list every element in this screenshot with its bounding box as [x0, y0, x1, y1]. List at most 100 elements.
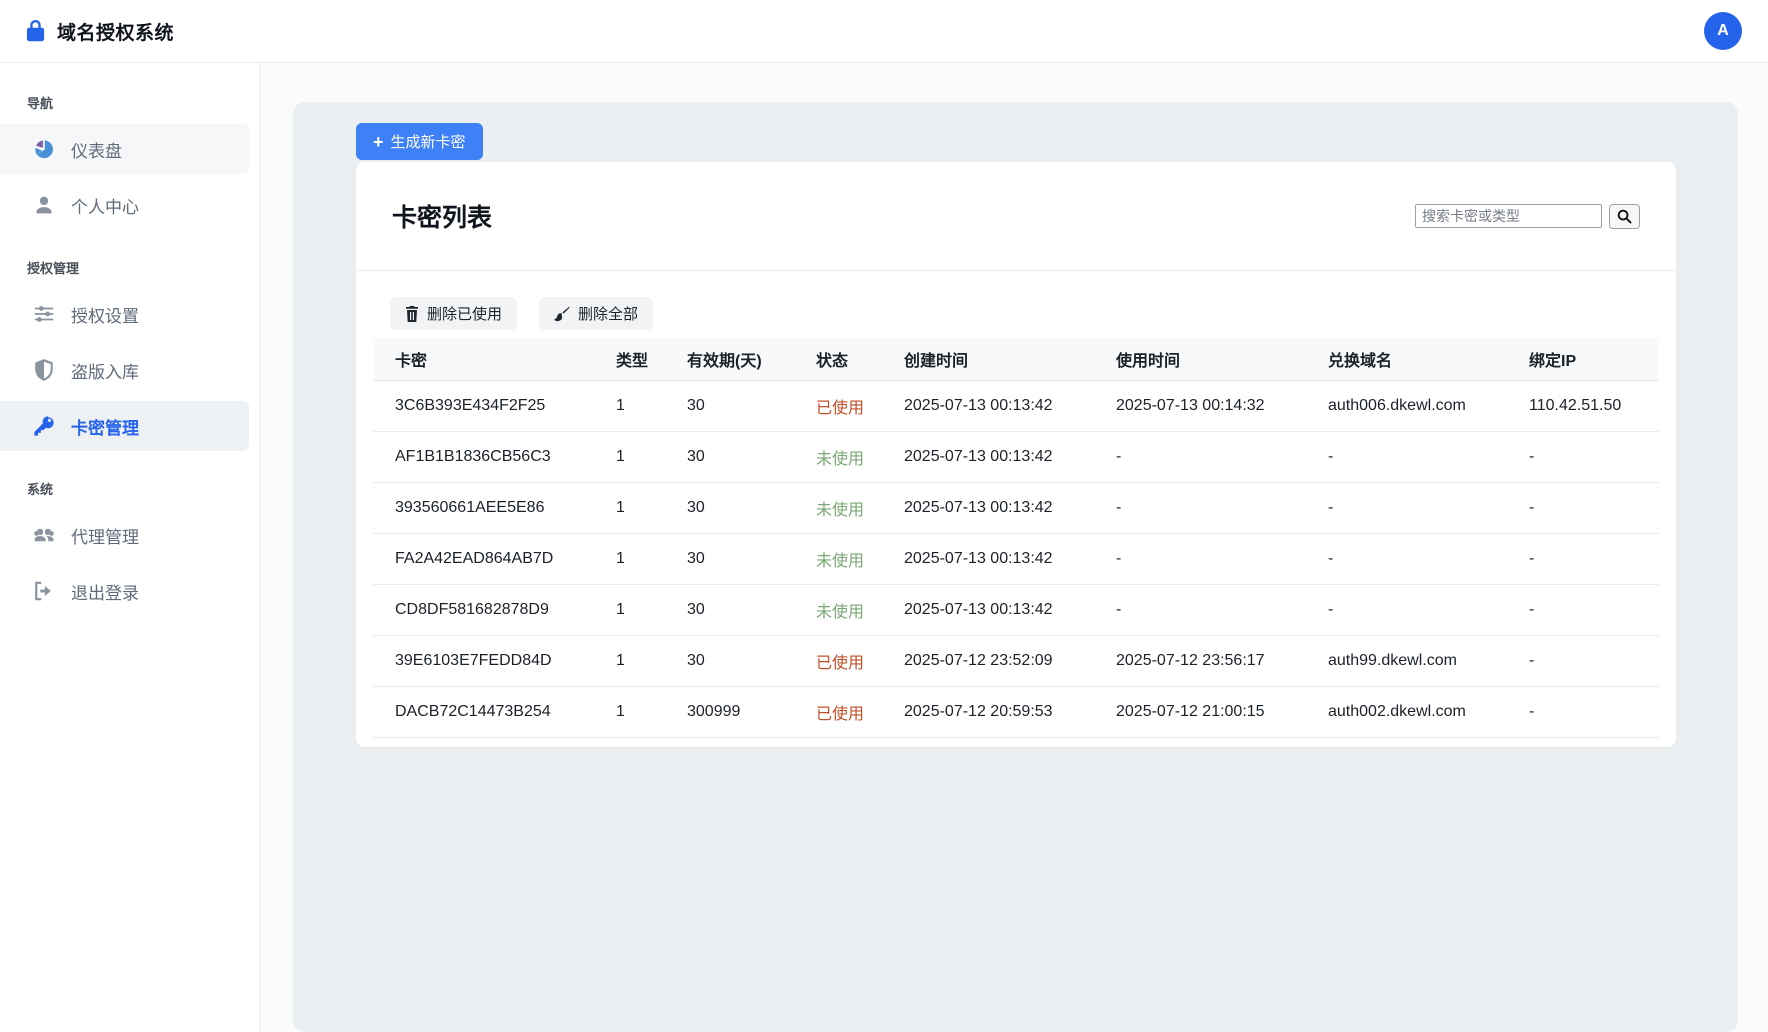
generate-key-button[interactable]: + 生成新卡密 [356, 123, 483, 160]
cell-type: 1 [616, 533, 687, 584]
page-title: 卡密列表 [392, 198, 492, 234]
sidebar-item-dashboard[interactable]: 仪表盘 [0, 124, 249, 174]
cell-domain: auth99.dkewl.com [1328, 635, 1529, 686]
cell-days: 30 [687, 584, 816, 635]
cell-days: 30 [687, 482, 816, 533]
search-button[interactable] [1609, 204, 1640, 229]
sliders-icon [33, 303, 55, 325]
search-group [1415, 204, 1640, 229]
trash-icon [405, 306, 419, 322]
sidebar-item-label: 盗版入库 [71, 358, 139, 383]
table-row: CD8DF581682878D9 1 30 未使用 2025-07-13 00:… [373, 584, 1659, 635]
cell-ip: - [1529, 635, 1659, 686]
cell-type: 1 [616, 431, 687, 482]
main-content: + 生成新卡密 卡密列表 [260, 63, 1768, 1032]
cell-used-at: 2025-07-12 23:56:17 [1116, 635, 1328, 686]
cell-created: 2025-07-13 00:13:42 [904, 584, 1116, 635]
cell-domain: - [1328, 533, 1529, 584]
cell-type: 1 [616, 584, 687, 635]
brush-icon [554, 306, 570, 322]
table-wrap: 卡密 类型 有效期(天) 状态 创建时间 使用时间 兑换域名 绑定IP 3C6B [356, 338, 1676, 747]
table-row: AF1B1B1836CB56C3 1 30 未使用 2025-07-13 00:… [373, 431, 1659, 482]
card-key-table: 卡密 类型 有效期(天) 状态 创建时间 使用时间 兑换域名 绑定IP 3C6B [373, 338, 1659, 738]
col-ip: 绑定IP [1529, 338, 1659, 380]
card-key-list-card: 卡密列表 [356, 162, 1676, 747]
sidebar-section-nav: 导航 [0, 93, 259, 112]
cell-created: 2025-07-12 23:52:09 [904, 635, 1116, 686]
user-icon [33, 194, 55, 216]
cell-days: 30 [687, 533, 816, 584]
cell-domain: - [1328, 482, 1529, 533]
cell-created: 2025-07-13 00:13:42 [904, 431, 1116, 482]
search-icon [1617, 209, 1632, 224]
key-icon [33, 415, 55, 437]
search-input[interactable] [1415, 204, 1602, 228]
cell-key: CD8DF581682878D9 [373, 584, 616, 635]
table-row: FA2A42EAD864AB7D 1 30 未使用 2025-07-13 00:… [373, 533, 1659, 584]
cell-days: 300999 [687, 686, 816, 737]
cell-status: 未使用 [816, 584, 904, 635]
users-icon [33, 524, 55, 546]
app-title: 域名授权系统 [57, 18, 174, 45]
delete-used-button[interactable]: 删除已使用 [390, 297, 517, 330]
sidebar-item-label: 授权设置 [71, 302, 139, 327]
cell-key: 39E6103E7FEDD84D [373, 635, 616, 686]
cell-domain: auth002.dkewl.com [1328, 686, 1529, 737]
cell-key: FA2A42EAD864AB7D [373, 533, 616, 584]
cell-domain: auth006.dkewl.com [1328, 380, 1529, 431]
cell-type: 1 [616, 686, 687, 737]
sidebar-item-label: 退出登录 [71, 579, 139, 604]
cell-status: 未使用 [816, 533, 904, 584]
table-row: DACB72C14473B254 1 300999 已使用 2025-07-12… [373, 686, 1659, 737]
cell-key: 3C6B393E434F2F25 [373, 380, 616, 431]
cell-type: 1 [616, 635, 687, 686]
avatar[interactable]: A [1704, 12, 1742, 50]
cell-status: 未使用 [816, 431, 904, 482]
cell-ip: - [1529, 533, 1659, 584]
cell-created: 2025-07-13 00:13:42 [904, 482, 1116, 533]
cell-ip: - [1529, 482, 1659, 533]
delete-all-button[interactable]: 删除全部 [539, 297, 653, 330]
sidebar-item-label: 个人中心 [71, 193, 139, 218]
cell-ip: - [1529, 686, 1659, 737]
brand: 域名授权系统 [26, 18, 174, 45]
col-created: 创建时间 [904, 338, 1116, 380]
cell-used-at: - [1116, 431, 1328, 482]
toolbar: 删除已使用 删除全部 [356, 297, 1676, 330]
shield-icon [33, 359, 55, 381]
sidebar-item-auth-settings[interactable]: 授权设置 [0, 289, 249, 339]
sidebar-item-logout[interactable]: 退出登录 [0, 566, 249, 616]
sidebar: 导航 仪表盘 个人中心 授权管理 [0, 63, 260, 1032]
cell-created: 2025-07-13 00:13:42 [904, 533, 1116, 584]
sidebar-section-system: 系统 [0, 479, 259, 498]
cell-used-at: - [1116, 533, 1328, 584]
sidebar-item-card-keys[interactable]: 卡密管理 [0, 401, 249, 451]
cell-days: 30 [687, 380, 816, 431]
cell-key: DACB72C14473B254 [373, 686, 616, 737]
col-type: 类型 [616, 338, 687, 380]
content-panel: + 生成新卡密 卡密列表 [293, 102, 1738, 1032]
cell-ip: - [1529, 584, 1659, 635]
sidebar-section-auth: 授权管理 [0, 258, 259, 277]
top-header: 域名授权系统 A [0, 0, 1768, 63]
cell-used-at: - [1116, 584, 1328, 635]
table-body: 3C6B393E434F2F25 1 30 已使用 2025-07-13 00:… [373, 380, 1659, 737]
sidebar-item-piracy[interactable]: 盗版入库 [0, 345, 249, 395]
cell-status: 未使用 [816, 482, 904, 533]
cell-created: 2025-07-12 20:59:53 [904, 686, 1116, 737]
cell-days: 30 [687, 431, 816, 482]
sidebar-item-agents[interactable]: 代理管理 [0, 510, 249, 560]
card-header: 卡密列表 [356, 162, 1676, 271]
table-row: 39E6103E7FEDD84D 1 30 已使用 2025-07-12 23:… [373, 635, 1659, 686]
cell-used-at: - [1116, 482, 1328, 533]
sidebar-item-profile[interactable]: 个人中心 [0, 180, 249, 230]
col-days: 有效期(天) [687, 338, 816, 380]
col-used-at: 使用时间 [1116, 338, 1328, 380]
cell-key: AF1B1B1836CB56C3 [373, 431, 616, 482]
pie-chart-icon [33, 138, 55, 160]
cell-type: 1 [616, 482, 687, 533]
sidebar-item-label: 卡密管理 [71, 414, 139, 439]
cell-used-at: 2025-07-12 21:00:15 [1116, 686, 1328, 737]
table-header-row: 卡密 类型 有效期(天) 状态 创建时间 使用时间 兑换域名 绑定IP [373, 338, 1659, 380]
plus-icon: + [373, 133, 384, 151]
